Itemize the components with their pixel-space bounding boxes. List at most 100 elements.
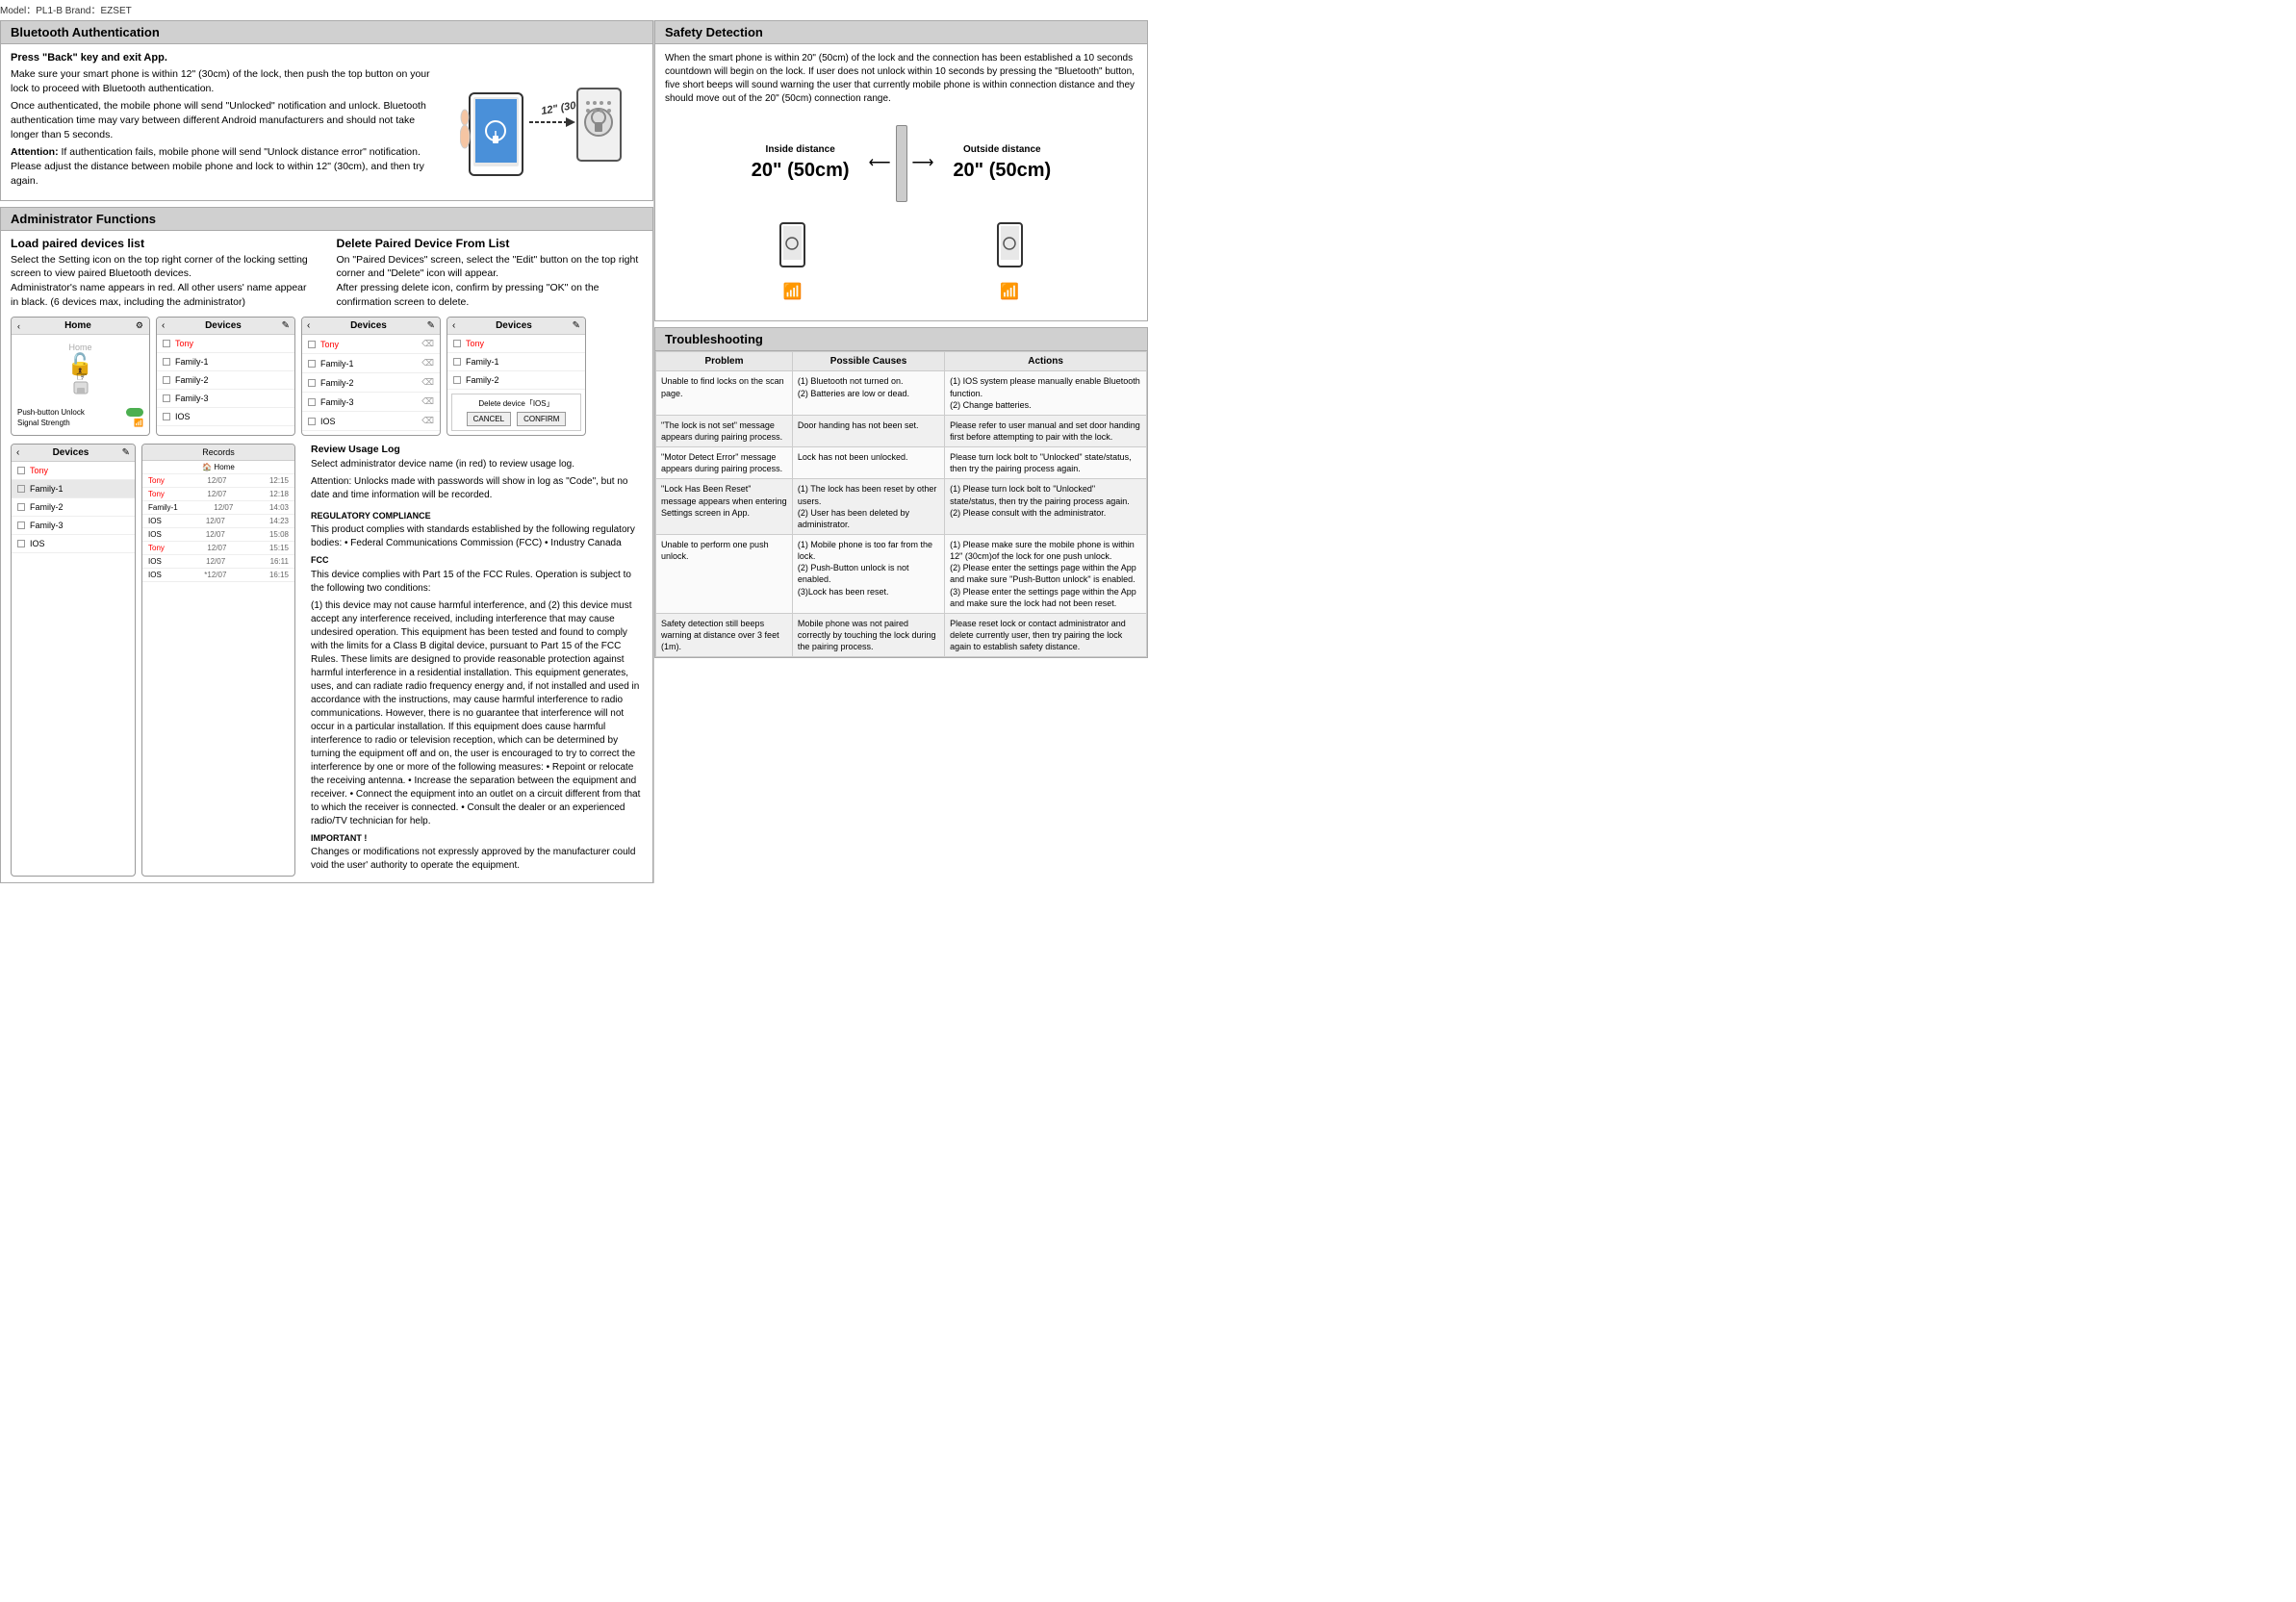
delete-dialog-text: Delete device「IOS」 bbox=[456, 398, 576, 409]
fcc-conditions: (1) this device may not cause harmful in… bbox=[311, 599, 643, 828]
table-header-row: Problem Possible Causes Actions bbox=[656, 352, 1147, 371]
devices1-item-2: Family-1 bbox=[157, 353, 294, 371]
delete-icon-2[interactable]: ⌫ bbox=[421, 358, 434, 369]
lock-rect bbox=[896, 125, 907, 202]
table-cell-causes-4: (1) Mobile phone is too far from the loc… bbox=[792, 534, 944, 613]
home-screen: ‹ Home ⚙ Home 🔓 ☞ bbox=[11, 317, 150, 436]
record-name-4: IOS bbox=[148, 517, 162, 525]
devices2-back: ‹ bbox=[307, 320, 310, 331]
devices1-item-3: Family-2 bbox=[157, 371, 294, 390]
records-row-1: Tony 12/07 12:15 bbox=[142, 474, 294, 488]
record-date-7: 12/07 bbox=[206, 557, 225, 566]
safety-description: When the smart phone is within 20" (50cm… bbox=[665, 52, 1137, 106]
checkbox-3 bbox=[163, 376, 170, 384]
del-checkbox-1 bbox=[308, 341, 316, 348]
records-row-8: IOS *12/07 16:15 bbox=[142, 569, 294, 582]
review-section: Review Usage Log Select administrator de… bbox=[311, 444, 643, 876]
table-cell-problem-1: "The lock is not set" message appears du… bbox=[656, 415, 793, 446]
devices3-item-2: Family-1 bbox=[447, 353, 585, 371]
devices1-tony: Tony bbox=[175, 339, 193, 348]
compliance-title: REGULATORY COMPLIANCE bbox=[311, 510, 643, 521]
review-desc1: Select administrator device name (in red… bbox=[311, 458, 643, 471]
load-devices-col: Load paired devices list Select the Sett… bbox=[11, 237, 318, 310]
important-title: IMPORTANT ! bbox=[311, 832, 643, 844]
devices2-family2: Family-2 bbox=[320, 378, 354, 388]
records-row-5: IOS 12/07 15:08 bbox=[142, 528, 294, 542]
bottom-devices-tony: Tony bbox=[12, 462, 135, 480]
bottom-devices-family2: Family-2 bbox=[12, 498, 135, 517]
record-time-2: 12:18 bbox=[269, 490, 289, 498]
outside-distance-box: Outside distance 20" (50cm) bbox=[953, 143, 1051, 184]
page-container: Bluetooth Authentication Press "Back" ke… bbox=[0, 20, 1148, 883]
outside-label: Outside distance bbox=[953, 143, 1051, 157]
right-column: Safety Detection When the smart phone is… bbox=[654, 20, 1148, 883]
del-checkbox-4 bbox=[308, 398, 316, 406]
push-button-label: Push-button Unlock bbox=[17, 408, 85, 417]
devices2-item-3: Family-2 ⌫ bbox=[302, 373, 440, 393]
table-cell-causes-0: (1) Bluetooth not turned on. (2) Batteri… bbox=[792, 371, 944, 415]
records-screen: Records 🏠 Home Tony 12/07 12:15 Tony bbox=[141, 444, 295, 876]
troubleshooting-section: Troubleshooting Problem Possible Causes … bbox=[654, 327, 1148, 658]
devices1-family3: Family-3 bbox=[175, 394, 209, 403]
delete-icon-4[interactable]: ⌫ bbox=[421, 396, 434, 407]
confirm-button[interactable]: CONFIRM bbox=[517, 412, 566, 426]
screens-row-1: ‹ Home ⚙ Home 🔓 ☞ bbox=[11, 317, 643, 436]
record-date-1: 12/07 bbox=[207, 476, 226, 485]
bluetooth-auth-section: Bluetooth Authentication Press "Back" ke… bbox=[0, 20, 653, 201]
push-button-toggle[interactable] bbox=[126, 408, 143, 417]
records-row-4: IOS 12/07 14:23 bbox=[142, 515, 294, 528]
record-time-8: 16:15 bbox=[269, 571, 289, 579]
phone-group-right: 📶 bbox=[993, 221, 1027, 303]
bottom-screens-row: ‹ Devices ✎ Tony Family-1 bbox=[11, 444, 643, 876]
table-row: Unable to find locks on the scan page.(1… bbox=[656, 371, 1147, 415]
phone-icons-row: 📶 📶 bbox=[665, 221, 1137, 313]
home-settings-icon: ⚙ bbox=[136, 320, 143, 331]
devices3-tony: Tony bbox=[466, 339, 484, 348]
col-actions: Actions bbox=[945, 352, 1147, 371]
admin-functions-content: Load paired devices list Select the Sett… bbox=[1, 231, 652, 882]
records-home-icon: 🏠 bbox=[202, 463, 212, 471]
phone-svg-left bbox=[776, 221, 809, 279]
load-devices-desc2: Administrator's name appears in red. All… bbox=[11, 281, 318, 309]
col-causes: Possible Causes bbox=[792, 352, 944, 371]
d3-checkbox-1 bbox=[453, 340, 461, 347]
devices3-item-3: Family-2 bbox=[447, 371, 585, 390]
bt-attention-label: Attention: bbox=[11, 146, 59, 158]
bt-attention-text: If authentication fails, mobile phone wi… bbox=[11, 146, 424, 186]
review-title: Review Usage Log bbox=[311, 444, 643, 455]
inside-value: 20" (50cm) bbox=[752, 157, 850, 184]
table-cell-actions-0: (1) IOS system please manually enable Bl… bbox=[945, 371, 1147, 415]
record-time-5: 15:08 bbox=[269, 530, 289, 539]
devices1-title: Devices bbox=[205, 320, 242, 331]
table-cell-actions-3: (1) Please turn lock bolt to "Unlocked" … bbox=[945, 479, 1147, 535]
devices-screen-1: ‹ Devices ✎ Tony Family-1 bbox=[156, 317, 295, 436]
signal-row: Signal Strength 📶 bbox=[17, 419, 143, 427]
records-row-2: Tony 12/07 12:18 bbox=[142, 488, 294, 501]
records-subheader: 🏠 Home bbox=[142, 461, 294, 474]
load-devices-title: Load paired devices list bbox=[11, 237, 318, 250]
table-row: "Lock Has Been Reset" message appears wh… bbox=[656, 479, 1147, 535]
cancel-button[interactable]: CANCEL bbox=[467, 412, 511, 426]
record-time-7: 16:11 bbox=[270, 557, 289, 566]
delete-icon-5[interactable]: ⌫ bbox=[421, 416, 434, 426]
home-lock-container: 🔓 ☞ bbox=[64, 352, 97, 377]
bd-checkbox-2 bbox=[17, 485, 25, 493]
bottom-family1: Family-1 bbox=[30, 484, 64, 494]
troubleshooting-table: Problem Possible Causes Actions Unable t… bbox=[655, 351, 1147, 657]
safety-content: When the smart phone is within 20" (50cm… bbox=[655, 44, 1147, 320]
table-cell-problem-0: Unable to find locks on the scan page. bbox=[656, 371, 793, 415]
safety-header: Safety Detection bbox=[655, 21, 1147, 44]
table-cell-causes-3: (1) The lock has been reset by other use… bbox=[792, 479, 944, 535]
home-center: Home 🔓 ☞ bbox=[12, 335, 149, 404]
record-date-2: 12/07 bbox=[207, 490, 226, 498]
finger-cursor-icon: ☞ bbox=[76, 369, 89, 385]
devices-bottom-screen: ‹ Devices ✎ Tony Family-1 bbox=[11, 444, 136, 876]
bottom-family3: Family-3 bbox=[30, 521, 64, 530]
delete-icon-3[interactable]: ⌫ bbox=[421, 377, 434, 388]
delete-devices-desc2: After pressing delete icon, confirm by p… bbox=[337, 281, 644, 309]
record-time-4: 14:23 bbox=[269, 517, 289, 525]
del-checkbox-5 bbox=[308, 418, 316, 425]
table-row: Unable to perform one push unlock.(1) Mo… bbox=[656, 534, 1147, 613]
devices1-edit-icon: ✎ bbox=[282, 320, 290, 331]
delete-icon-1[interactable]: ⌫ bbox=[421, 339, 434, 349]
